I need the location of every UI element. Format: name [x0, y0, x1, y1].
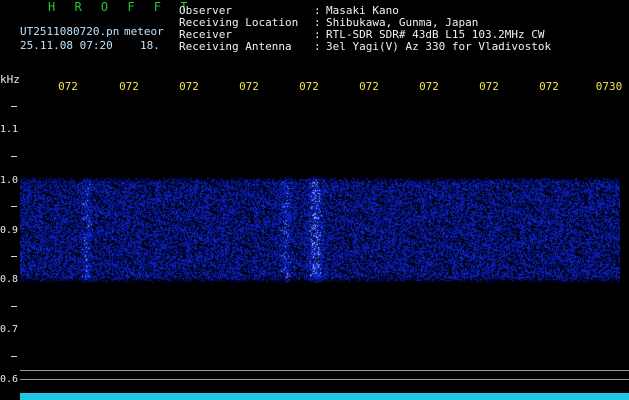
axis-minor-tick — [11, 256, 17, 257]
time-tick: 072 — [299, 80, 319, 93]
spectrogram-band — [20, 176, 620, 284]
antenna-value: 3el Yagi(V) Az 330 for Vladivostok — [326, 40, 552, 53]
freq-tick: 0.8 — [0, 274, 19, 285]
freq-tick: 0.7 — [0, 324, 19, 335]
time-tick: 072 — [119, 80, 139, 93]
axis-minor-tick — [11, 306, 17, 307]
freq-tick: 1.0 — [0, 175, 19, 186]
detection-count: 18. — [140, 39, 160, 52]
freq-tick: 0.9 — [0, 225, 19, 236]
freq-tick: 1.1 — [0, 124, 19, 135]
app-name: H R O F F T — [48, 0, 194, 14]
axis-minor-tick — [11, 206, 17, 207]
reference-line — [20, 370, 629, 371]
time-tick: 0730 — [595, 80, 623, 93]
reference-line — [20, 379, 629, 380]
time-tick: 072 — [419, 80, 439, 93]
time-tick: 072 — [479, 80, 499, 93]
freq-tick: 0.6 — [0, 374, 19, 385]
time-tick: 072 — [179, 80, 199, 93]
axis-minor-tick — [11, 356, 17, 357]
antenna-colon: : — [314, 40, 321, 53]
time-tick: 072 — [239, 80, 259, 93]
antenna-label: Receiving Antenna — [179, 40, 292, 53]
axis-minor-tick — [11, 156, 17, 157]
category-label: meteor — [124, 25, 164, 38]
signal-trace-bar — [20, 393, 629, 400]
time-tick: 072 — [359, 80, 379, 93]
time-tick: 072 — [58, 80, 78, 93]
axis-minor-tick — [11, 106, 17, 107]
frequency-unit-label: kHz — [0, 73, 20, 86]
datetime: 25.11.08 07:20 — [20, 39, 113, 52]
filename: UT2511080720.pn — [20, 25, 120, 38]
time-tick: 072 — [539, 80, 559, 93]
